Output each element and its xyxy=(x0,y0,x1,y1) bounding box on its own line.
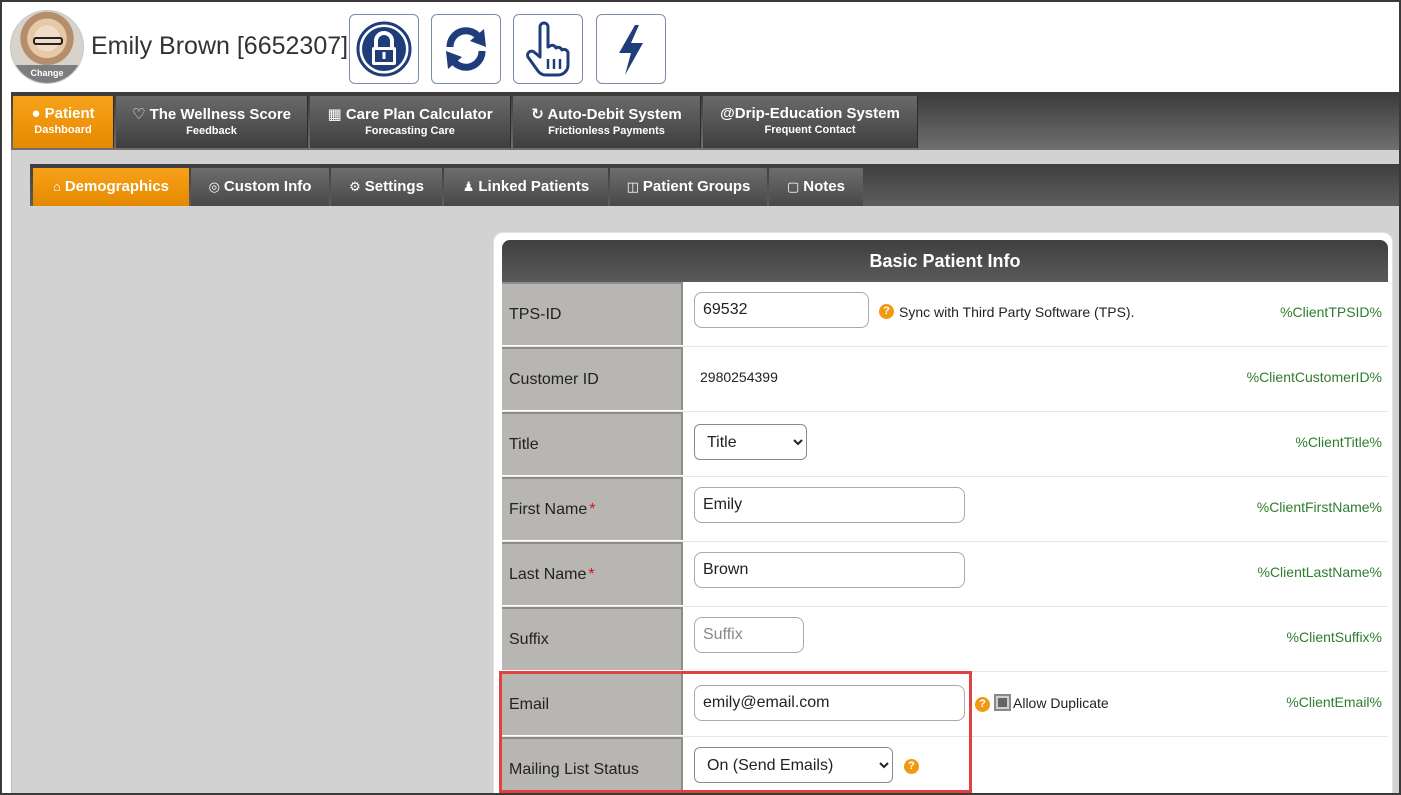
row-first-name: First Name* %ClientFirstName% xyxy=(502,477,1388,542)
home-icon: ⌂ xyxy=(52,179,61,194)
tab-label: Settings xyxy=(364,178,424,195)
main-tab-label: Patient xyxy=(44,105,95,122)
content-area: ⌂ Demographics ◎ Custom Info ⚙ Settings ♟ Li… xyxy=(11,150,1399,793)
main-tab-sublabel: Dashboard xyxy=(34,124,92,136)
first-name-input[interactable] xyxy=(694,487,965,523)
merge-tag: %ClientSuffix% xyxy=(1286,629,1382,645)
main-tab-label: Drip-Education System xyxy=(734,105,900,122)
main-tab-label: The Wellness Score xyxy=(149,106,292,123)
gear-icon: ⚙ xyxy=(349,179,361,194)
merge-tag: %ClientFirstName% xyxy=(1256,499,1382,515)
main-tab-sublabel: Frequent Contact xyxy=(764,124,856,136)
header: Change Emily Brown [6652307] xyxy=(2,2,1399,90)
title-select[interactable]: Title xyxy=(694,424,807,460)
field-label-text: First Name xyxy=(509,501,588,518)
main-tab-sublabel: Forecasting Care xyxy=(365,125,455,137)
at-icon: @ xyxy=(720,105,735,122)
row-email: Email ? Allow Duplicate %ClientEmail% xyxy=(502,672,1388,737)
pointer-hand-icon xyxy=(526,21,570,77)
merge-tag: %ClientEmail% xyxy=(1286,694,1382,710)
lightning-icon xyxy=(619,25,643,75)
mailing-list-status-select[interactable]: On (Send Emails) xyxy=(694,747,893,783)
heartbeat-icon: ♡ xyxy=(131,106,146,123)
calculator-icon: ▦ xyxy=(327,106,342,123)
main-tab-sublabel: Feedback xyxy=(186,125,237,137)
tps-help-text: Sync with Third Party Software (TPS). xyxy=(899,304,1135,320)
tab-custom-info[interactable]: ◎ Custom Info xyxy=(191,168,329,206)
customer-id-value: 2980254399 xyxy=(700,369,778,385)
tps-id-input[interactable] xyxy=(694,292,869,328)
merge-tag: %ClientTitle% xyxy=(1295,434,1382,450)
tab-label: Notes xyxy=(803,178,845,195)
main-tab-patient[interactable]: ● Patient Dashboard xyxy=(13,96,114,148)
group-icon: ◫ xyxy=(626,179,639,194)
target-icon: ◎ xyxy=(208,179,220,194)
main-tab-wellness-score[interactable]: ♡ The Wellness Score Feedback xyxy=(116,96,308,148)
field-label: TPS-ID xyxy=(502,282,683,345)
allow-duplicate-checkbox[interactable] xyxy=(994,694,1011,711)
app-window: Change Emily Brown [6652307] ● Patient D… xyxy=(0,0,1401,795)
main-tab-auto-debit[interactable]: ↻ Auto-Debit System Frictionless Payment… xyxy=(513,96,701,148)
avatar-change-label[interactable]: Change xyxy=(11,65,83,83)
field-label: Last Name * xyxy=(502,542,683,605)
patient-name: Emily Brown [6652307] xyxy=(91,32,349,60)
field-label: Customer ID xyxy=(502,347,683,410)
users-icon: ♟ xyxy=(462,179,475,194)
row-mailing-list-status: Mailing List Status On (Send Emails) ? xyxy=(502,737,1388,793)
help-icon[interactable]: ? xyxy=(879,304,894,319)
merge-tag: %ClientTPSID% xyxy=(1280,304,1382,320)
main-tab-care-plan-calculator[interactable]: ▦ Care Plan Calculator Forecasting Care xyxy=(310,96,511,148)
row-title: Title Title %ClientTitle% xyxy=(502,412,1388,477)
main-tab-sublabel: Frictionless Payments xyxy=(548,125,665,137)
pointer-button[interactable] xyxy=(513,14,583,84)
tab-label: Custom Info xyxy=(223,178,312,195)
row-suffix: Suffix %ClientSuffix% xyxy=(502,607,1388,672)
field-label: First Name * xyxy=(502,477,683,540)
field-label: Title xyxy=(502,412,683,475)
basic-patient-info-panel: Basic Patient Info TPS-ID ? Sync with Th… xyxy=(493,232,1393,793)
refresh-button[interactable] xyxy=(431,14,501,84)
note-icon: ▢ xyxy=(787,179,800,194)
last-name-input[interactable] xyxy=(694,552,965,588)
main-tab-drip-education[interactable]: @Drip-Education System Frequent Contact xyxy=(703,96,918,148)
lock-button[interactable] xyxy=(349,14,419,84)
lightning-button[interactable] xyxy=(596,14,666,84)
main-nav: ● Patient Dashboard ♡ The Wellness Score… xyxy=(11,92,1399,150)
merge-tag: %ClientLastName% xyxy=(1257,564,1383,580)
tab-linked-patients[interactable]: ♟ Linked Patients xyxy=(444,168,608,206)
main-tab-label: Auto-Debit System xyxy=(547,106,682,123)
tab-notes[interactable]: ▢ Notes xyxy=(769,168,863,206)
suffix-input[interactable] xyxy=(694,617,804,653)
help-icon[interactable]: ? xyxy=(904,759,919,774)
refresh-icon: ↻ xyxy=(531,106,544,123)
user-icon: ● xyxy=(31,105,41,122)
sub-nav: ⌂ Demographics ◎ Custom Info ⚙ Settings ♟ Li… xyxy=(30,164,1399,206)
refresh-icon xyxy=(446,27,486,71)
tab-patient-groups[interactable]: ◫ Patient Groups xyxy=(610,168,767,206)
panel-title: Basic Patient Info xyxy=(502,240,1388,282)
main-tab-label: Care Plan Calculator xyxy=(345,106,493,123)
tab-label: Linked Patients xyxy=(478,178,590,195)
field-label: Suffix xyxy=(502,607,683,670)
row-customer-id: Customer ID 2980254399 %ClientCustomerID… xyxy=(502,347,1388,412)
lock-icon xyxy=(356,21,412,77)
tab-label: Demographics xyxy=(64,178,170,195)
field-label: Email xyxy=(502,672,683,735)
avatar[interactable]: Change xyxy=(10,10,84,84)
email-input[interactable] xyxy=(694,685,965,721)
help-icon[interactable]: ? xyxy=(975,697,990,712)
tab-label: Patient Groups xyxy=(642,178,751,195)
field-label-text: Last Name xyxy=(509,566,587,583)
allow-duplicate-label: Allow Duplicate xyxy=(1013,695,1109,711)
merge-tag: %ClientCustomerID% xyxy=(1246,369,1382,385)
required-marker: * xyxy=(589,501,596,518)
tab-settings[interactable]: ⚙ Settings xyxy=(331,168,442,206)
field-label: Mailing List Status xyxy=(502,737,683,793)
row-tps-id: TPS-ID ? Sync with Third Party Software … xyxy=(502,282,1388,347)
avatar-glasses xyxy=(33,37,63,45)
required-marker: * xyxy=(588,566,595,583)
row-last-name: Last Name* %ClientLastName% xyxy=(502,542,1388,607)
tab-demographics[interactable]: ⌂ Demographics xyxy=(33,168,189,206)
